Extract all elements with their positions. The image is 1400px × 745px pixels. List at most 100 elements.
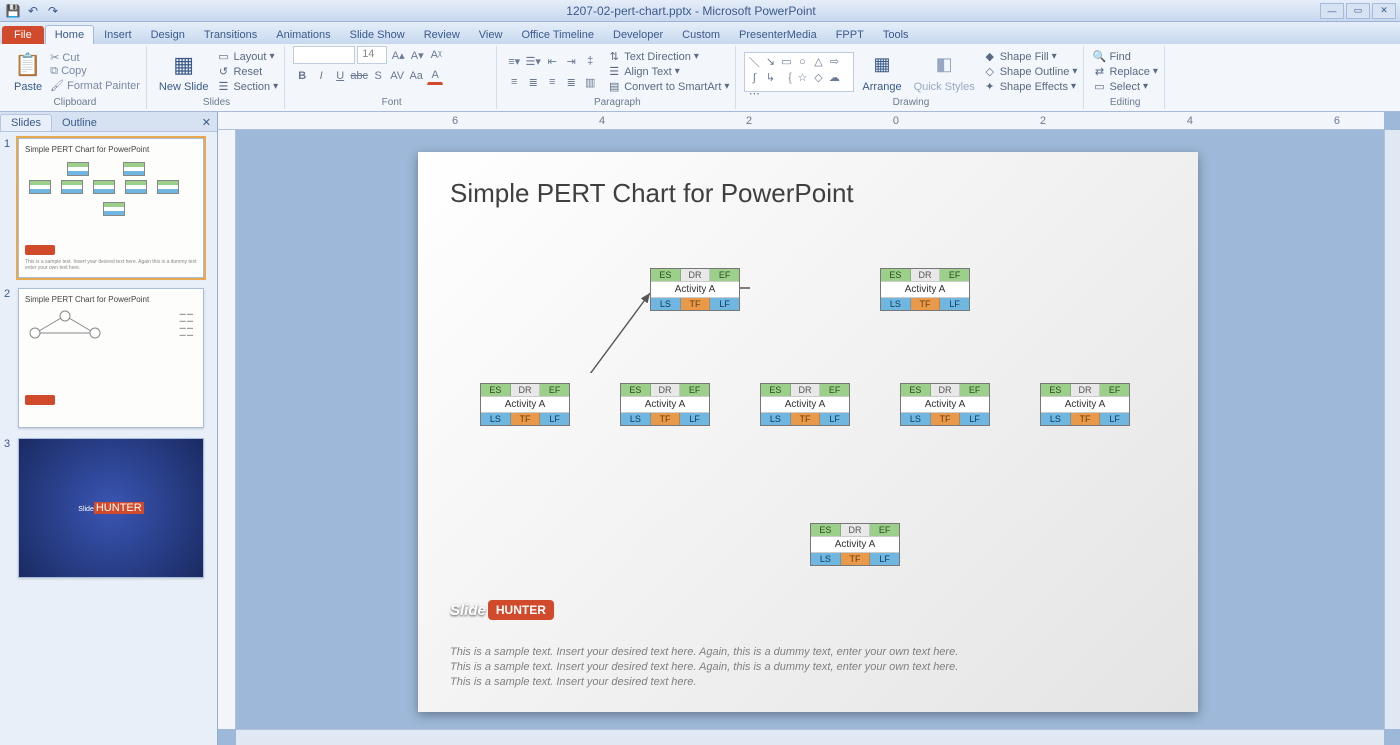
cut-button[interactable]: ✂ Cut xyxy=(50,51,140,64)
tab-office-timeline[interactable]: Office Timeline xyxy=(512,26,603,44)
sample-text-block[interactable]: This is a sample text. Insert your desir… xyxy=(450,645,1166,690)
slide-title[interactable]: Simple PERT Chart for PowerPoint xyxy=(450,178,1166,209)
italic-button[interactable]: I xyxy=(312,67,330,85)
vertical-scrollbar[interactable] xyxy=(1384,130,1400,729)
tab-fppt[interactable]: FPPT xyxy=(827,26,873,44)
sample-line: This is a sample text. Insert your desir… xyxy=(450,660,1166,675)
thumb-badge xyxy=(25,245,55,255)
tab-review[interactable]: Review xyxy=(415,26,469,44)
slide-content[interactable]: Simple PERT Chart for PowerPoint xyxy=(418,152,1198,712)
quick-styles-button[interactable]: ◧ Quick Styles xyxy=(910,49,979,95)
shape-cloud-icon: ☁ xyxy=(827,71,841,85)
tab-design[interactable]: Design xyxy=(142,26,194,44)
new-slide-button[interactable]: ▦ New Slide xyxy=(155,49,213,95)
pert-node[interactable]: ESDREFActivity ALSTFLF xyxy=(620,383,710,426)
section-button[interactable]: ☰Section ▾ xyxy=(216,80,278,94)
strike-button[interactable]: abc xyxy=(350,67,368,85)
shape-fill-button[interactable]: ◆Shape Fill ▾ xyxy=(983,50,1078,64)
shapes-gallery[interactable]: ＼↘▭○△⇨∫ ↳｛☆◇☁⋯ xyxy=(744,52,854,92)
paste-label: Paste xyxy=(14,81,42,93)
watermark-logo: Slide HUNTER xyxy=(450,600,554,620)
align-text-button[interactable]: ☰Align Text ▾ xyxy=(607,65,729,79)
format-painter-button[interactable]: 🖌 Format Painter xyxy=(50,79,140,92)
save-icon[interactable]: 💾 xyxy=(4,2,22,20)
pert-node[interactable]: ESDREFActivity ALSTFLF xyxy=(480,383,570,426)
find-button[interactable]: 🔍Find xyxy=(1092,50,1157,64)
clear-format-button[interactable]: Aᵡ xyxy=(427,46,445,64)
select-button[interactable]: ▭Select ▾ xyxy=(1092,80,1157,94)
convert-smartart-button[interactable]: ▤Convert to SmartArt ▾ xyxy=(607,80,729,94)
arrange-button[interactable]: ▦ Arrange xyxy=(858,49,905,95)
undo-icon[interactable]: ↶ xyxy=(24,2,42,20)
minimize-button[interactable]: — xyxy=(1320,3,1344,19)
replace-button[interactable]: ⇄Replace ▾ xyxy=(1092,65,1157,79)
shape-star-icon: ☆ xyxy=(795,71,809,85)
tab-view[interactable]: View xyxy=(470,26,512,44)
bold-button[interactable]: B xyxy=(293,67,311,85)
file-tab[interactable]: File xyxy=(2,26,44,44)
pert-node[interactable]: ESDREFActivity ALSTFLF xyxy=(1040,383,1130,426)
reset-button[interactable]: ↺Reset xyxy=(216,65,278,79)
font-size-selector[interactable]: 14 xyxy=(357,46,387,64)
tab-home[interactable]: Home xyxy=(45,25,94,44)
tab-animations[interactable]: Animations xyxy=(267,26,339,44)
pert-node[interactable]: ESDREFActivity ALSTFLF xyxy=(760,383,850,426)
window-controls: — ▭ ✕ xyxy=(1320,3,1396,19)
shape-triangle-icon: △ xyxy=(811,55,825,69)
decrease-indent-button[interactable]: ⇤ xyxy=(543,52,561,70)
justify-button[interactable]: ≣ xyxy=(562,73,580,91)
tab-tools[interactable]: Tools xyxy=(874,26,918,44)
pert-node[interactable]: ESDREFActivity ALSTFLF xyxy=(880,268,970,311)
align-left-button[interactable]: ≡ xyxy=(505,73,523,91)
close-button[interactable]: ✕ xyxy=(1372,3,1396,19)
spacing-button[interactable]: AV xyxy=(388,67,406,85)
tab-presentermedia[interactable]: PresenterMedia xyxy=(730,26,826,44)
pert-node[interactable]: ESDREFActivity ALSTFLF xyxy=(900,383,990,426)
align-right-button[interactable]: ≡ xyxy=(543,73,561,91)
tab-insert[interactable]: Insert xyxy=(95,26,141,44)
panel-close-button[interactable]: ✕ xyxy=(196,114,217,131)
font-color-button[interactable]: A xyxy=(426,67,444,85)
layout-button[interactable]: ▭Layout ▾ xyxy=(216,50,278,64)
shape-line-icon: ＼ xyxy=(747,55,761,69)
underline-button[interactable]: U xyxy=(331,67,349,85)
increase-indent-button[interactable]: ⇥ xyxy=(562,52,580,70)
font-family-selector[interactable] xyxy=(293,46,355,64)
pert-node[interactable]: ESDREFActivity ALSTFLF xyxy=(650,268,740,311)
grow-font-button[interactable]: A▴ xyxy=(389,46,407,64)
pert-node[interactable]: ESDREFActivity ALSTFLF xyxy=(810,523,900,566)
panel-tab-slides[interactable]: Slides xyxy=(0,114,52,131)
thumb-preview: Simple PERT Chart for PowerPoint This is… xyxy=(18,138,204,278)
shadow-button[interactable]: S xyxy=(369,67,387,85)
tab-custom[interactable]: Custom xyxy=(673,26,729,44)
shape-effects-button[interactable]: ✦Shape Effects ▾ xyxy=(983,80,1078,94)
tab-transitions[interactable]: Transitions xyxy=(195,26,266,44)
thumbnail-2[interactable]: 2 Simple PERT Chart for PowerPoint xyxy=(4,288,213,428)
numbering-button[interactable]: ☰▾ xyxy=(524,52,542,70)
sample-line: This is a sample text. Insert your desir… xyxy=(450,645,1166,660)
horizontal-scrollbar[interactable] xyxy=(236,729,1384,745)
panel-tab-outline[interactable]: Outline xyxy=(52,115,107,131)
thumb-title: Simple PERT Chart for PowerPoint xyxy=(25,295,197,304)
thumb-number: 3 xyxy=(4,438,14,578)
paste-button[interactable]: 📋 Paste xyxy=(10,49,46,95)
shrink-font-button[interactable]: A▾ xyxy=(408,46,426,64)
shape-outline-button[interactable]: ◇Shape Outline ▾ xyxy=(983,65,1078,79)
case-button[interactable]: Aa xyxy=(407,67,425,85)
columns-button[interactable]: ▥ xyxy=(581,73,599,91)
bullets-button[interactable]: ≡▾ xyxy=(505,52,523,70)
group-drawing: ＼↘▭○△⇨∫ ↳｛☆◇☁⋯ ▦ Arrange ◧ Quick Styles … xyxy=(738,46,1084,109)
restore-button[interactable]: ▭ xyxy=(1346,3,1370,19)
sample-line: This is a sample text. Insert your desir… xyxy=(450,675,1166,690)
text-direction-button[interactable]: ⇅Text Direction ▾ xyxy=(607,50,729,64)
thumbnail-3[interactable]: 3 SlideHUNTER xyxy=(4,438,213,578)
tab-slide-show[interactable]: Slide Show xyxy=(341,26,414,44)
watermark-part-b: HUNTER xyxy=(488,600,554,620)
copy-button[interactable]: ⧉ Copy xyxy=(50,65,140,78)
align-center-button[interactable]: ≣ xyxy=(524,73,542,91)
line-spacing-button[interactable]: ‡ xyxy=(581,52,599,70)
thumb-preview: SlideHUNTER xyxy=(18,438,204,578)
thumbnail-1[interactable]: 1 Simple PERT Chart for PowerPoint xyxy=(4,138,213,278)
tab-developer[interactable]: Developer xyxy=(604,26,672,44)
redo-icon[interactable]: ↷ xyxy=(44,2,62,20)
